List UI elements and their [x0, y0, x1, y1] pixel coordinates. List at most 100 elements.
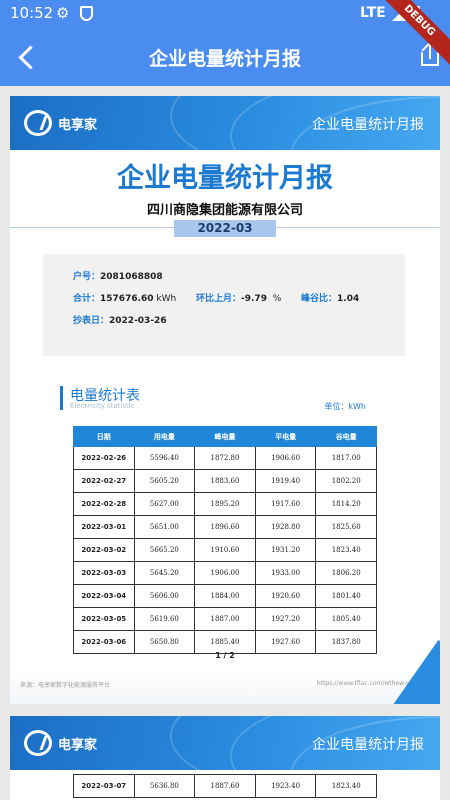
footer-source: 来源：电享家数字化能源服务平台 — [20, 682, 111, 689]
footer-decoration — [392, 640, 440, 704]
cell-value: 1906.60 — [254, 446, 317, 470]
col-flat: 平电量 — [254, 426, 317, 447]
table-row: 2022-03-03 5645.20 1906.00 1933.00 1806.20 — [73, 561, 377, 585]
totals-row: 合计：157676.60 kWh 环比上月：-9.79 % 峰谷比：1.04 — [73, 294, 360, 304]
cell-value: 1806.20 — [315, 561, 377, 585]
cell-value: 1896.60 — [194, 515, 256, 539]
mom-unit: % — [272, 294, 282, 304]
col-peak: 峰电量 — [194, 426, 256, 447]
cell-value: 1872.80 — [194, 446, 256, 470]
cell-value: 5651.00 — [133, 515, 196, 539]
total-unit: kWh — [156, 294, 177, 304]
app-bar-title: 企业电量统计月报 — [148, 48, 301, 70]
cell-value: 1931.20 — [254, 538, 317, 562]
ratio-value: 1.04 — [337, 294, 360, 304]
cell-value: 1814.20 — [315, 492, 377, 516]
cell-value: 1802.20 — [315, 469, 377, 493]
report-banner: 电享家 企业电量统计月报 — [10, 96, 440, 150]
table-row: 2022-02-27 5605.20 1883.60 1919.40 1802.20 — [73, 469, 377, 493]
table-row: 2022-03-02 5665.20 1910.60 1931.20 1823.40 — [73, 538, 377, 562]
cell-value: 1825.60 — [315, 515, 377, 539]
cell-value: 1906.00 — [194, 561, 256, 585]
report-page-1: 电享家 企业电量统计月报 企业电量统计月报 四川商隐集团能源有限公司 2022-… — [10, 96, 440, 704]
table-row: 2022-03-05 5619.60 1887.00 1927.20 1805.40 — [73, 607, 377, 631]
cell-value: 1923.40 — [254, 774, 317, 798]
table-row: 2022-02-26 5596.40 1872.80 1906.60 1817.00 — [73, 446, 377, 470]
cell-value: 1920.60 — [254, 584, 317, 608]
col-valley: 谷电量 — [315, 426, 377, 447]
summary-box: 户号：2081068808 合计：157676.60 kWh 环比上月：-9.7… — [43, 254, 405, 356]
report-page-2: 电享家 企业电量统计月报 2022-03-07 5636.80 1887.60 192… — [10, 716, 440, 800]
cell-value: 5596.40 — [133, 446, 196, 470]
footer-url: https://www.tflac.com/wthew-o/ — [316, 680, 412, 687]
cell-value: 1805.40 — [315, 607, 377, 631]
read-date: 2022-03-26 — [109, 316, 167, 326]
section-accent — [60, 386, 63, 410]
brand-name-2: 电享家 — [58, 737, 98, 753]
brand-logo-2: 电享家 — [24, 730, 97, 756]
cell-date: 2022-02-26 — [73, 446, 135, 470]
logo-icon — [24, 730, 52, 756]
cell-date: 2022-03-05 — [73, 607, 135, 631]
cell-value: 5627.00 — [133, 492, 196, 516]
cell-value: 1887.00 — [194, 607, 256, 631]
table-row: 2022-03-01 5651.00 1896.60 1928.80 1825.60 — [73, 515, 377, 539]
report-title: 企业电量统计月报 — [117, 163, 333, 194]
cell-value: 1823.40 — [315, 774, 377, 798]
cell-value: 1823.40 — [315, 538, 377, 562]
report-banner-2: 电享家 企业电量统计月报 — [10, 716, 440, 770]
status-time: 10:52 — [10, 4, 54, 22]
network-type: LTE — [360, 5, 386, 21]
col-date: 日期 — [73, 426, 135, 447]
report-month: 2022-03 — [174, 220, 276, 237]
cell-value: 1919.40 — [254, 469, 317, 493]
electricity-table: 日期 用电量 峰电量 平电量 谷电量 2022-02-26 5596.40 1872… — [73, 426, 377, 654]
cell-value: 5665.20 — [133, 538, 196, 562]
section-subtitle: Electricity statistic — [70, 402, 135, 410]
table-row: 2022-03-07 5636.80 1887.60 1923.40 1823.40 — [73, 774, 377, 798]
cell-value: 1887.60 — [194, 774, 256, 798]
cell-value: 1884.00 — [194, 584, 256, 608]
cell-value: 5619.60 — [133, 607, 196, 631]
col-usage: 用电量 — [133, 426, 196, 447]
brand-logo: 电享家 — [24, 110, 97, 136]
brand-name: 电享家 — [58, 117, 98, 133]
cell-value: 5645.20 — [133, 561, 196, 585]
shield-icon — [80, 6, 93, 21]
table-header: 日期 用电量 峰电量 平电量 谷电量 — [73, 426, 377, 447]
cell-date: 2022-02-27 — [73, 469, 135, 493]
unit-label: 单位：kWh — [324, 402, 366, 411]
banner-title: 企业电量统计月报 — [312, 117, 424, 133]
cell-value: 1895.20 — [194, 492, 256, 516]
table-row: 2022-02-28 5627.00 1895.20 1917.60 1814.20 — [73, 492, 377, 516]
account-number: 2081068808 — [100, 272, 163, 282]
page-number: 1 / 2 — [215, 651, 235, 660]
cell-value: 1933.00 — [254, 561, 317, 585]
electricity-table-2: 2022-03-07 5636.80 1887.60 1923.40 1823.40 — [73, 774, 377, 798]
account-row: 户号：2081068808 — [73, 272, 163, 282]
cell-value: 5605.20 — [133, 469, 196, 493]
cell-date: 2022-03-03 — [73, 561, 135, 585]
cell-value: 1928.80 — [254, 515, 317, 539]
cell-date: 2022-02-28 — [73, 492, 135, 516]
banner-title-2: 企业电量统计月报 — [312, 737, 424, 753]
company-name: 四川商隐集团能源有限公司 — [146, 203, 303, 218]
read-date-row: 抄表日：2022-03-26 — [73, 316, 167, 326]
total-value: 157676.60 — [100, 294, 154, 304]
app-bar: 企业电量统计月报 — [0, 28, 450, 86]
logo-icon — [24, 110, 52, 136]
cell-value: 1801.40 — [315, 584, 377, 608]
cell-value: 1927.20 — [254, 607, 317, 631]
status-bar: 10:52 ⚙ LTE — [0, 0, 450, 28]
table-row: 2022-03-04 5606.00 1884.00 1920.60 1801.40 — [73, 584, 377, 608]
cell-value: 1917.60 — [254, 492, 317, 516]
gear-icon: ⚙ — [56, 4, 70, 22]
cell-date: 2022-03-04 — [73, 584, 135, 608]
cell-value: 5606.00 — [133, 584, 196, 608]
report-footer: 来源：电享家数字化能源服务平台 https://www.tflac.com/wt… — [10, 640, 440, 704]
cell-date: 2022-03-07 — [73, 774, 135, 798]
cell-value: 1817.00 — [315, 446, 377, 470]
cell-value: 5636.80 — [133, 774, 196, 798]
cell-value: 1910.60 — [194, 538, 256, 562]
cell-date: 2022-03-02 — [73, 538, 135, 562]
